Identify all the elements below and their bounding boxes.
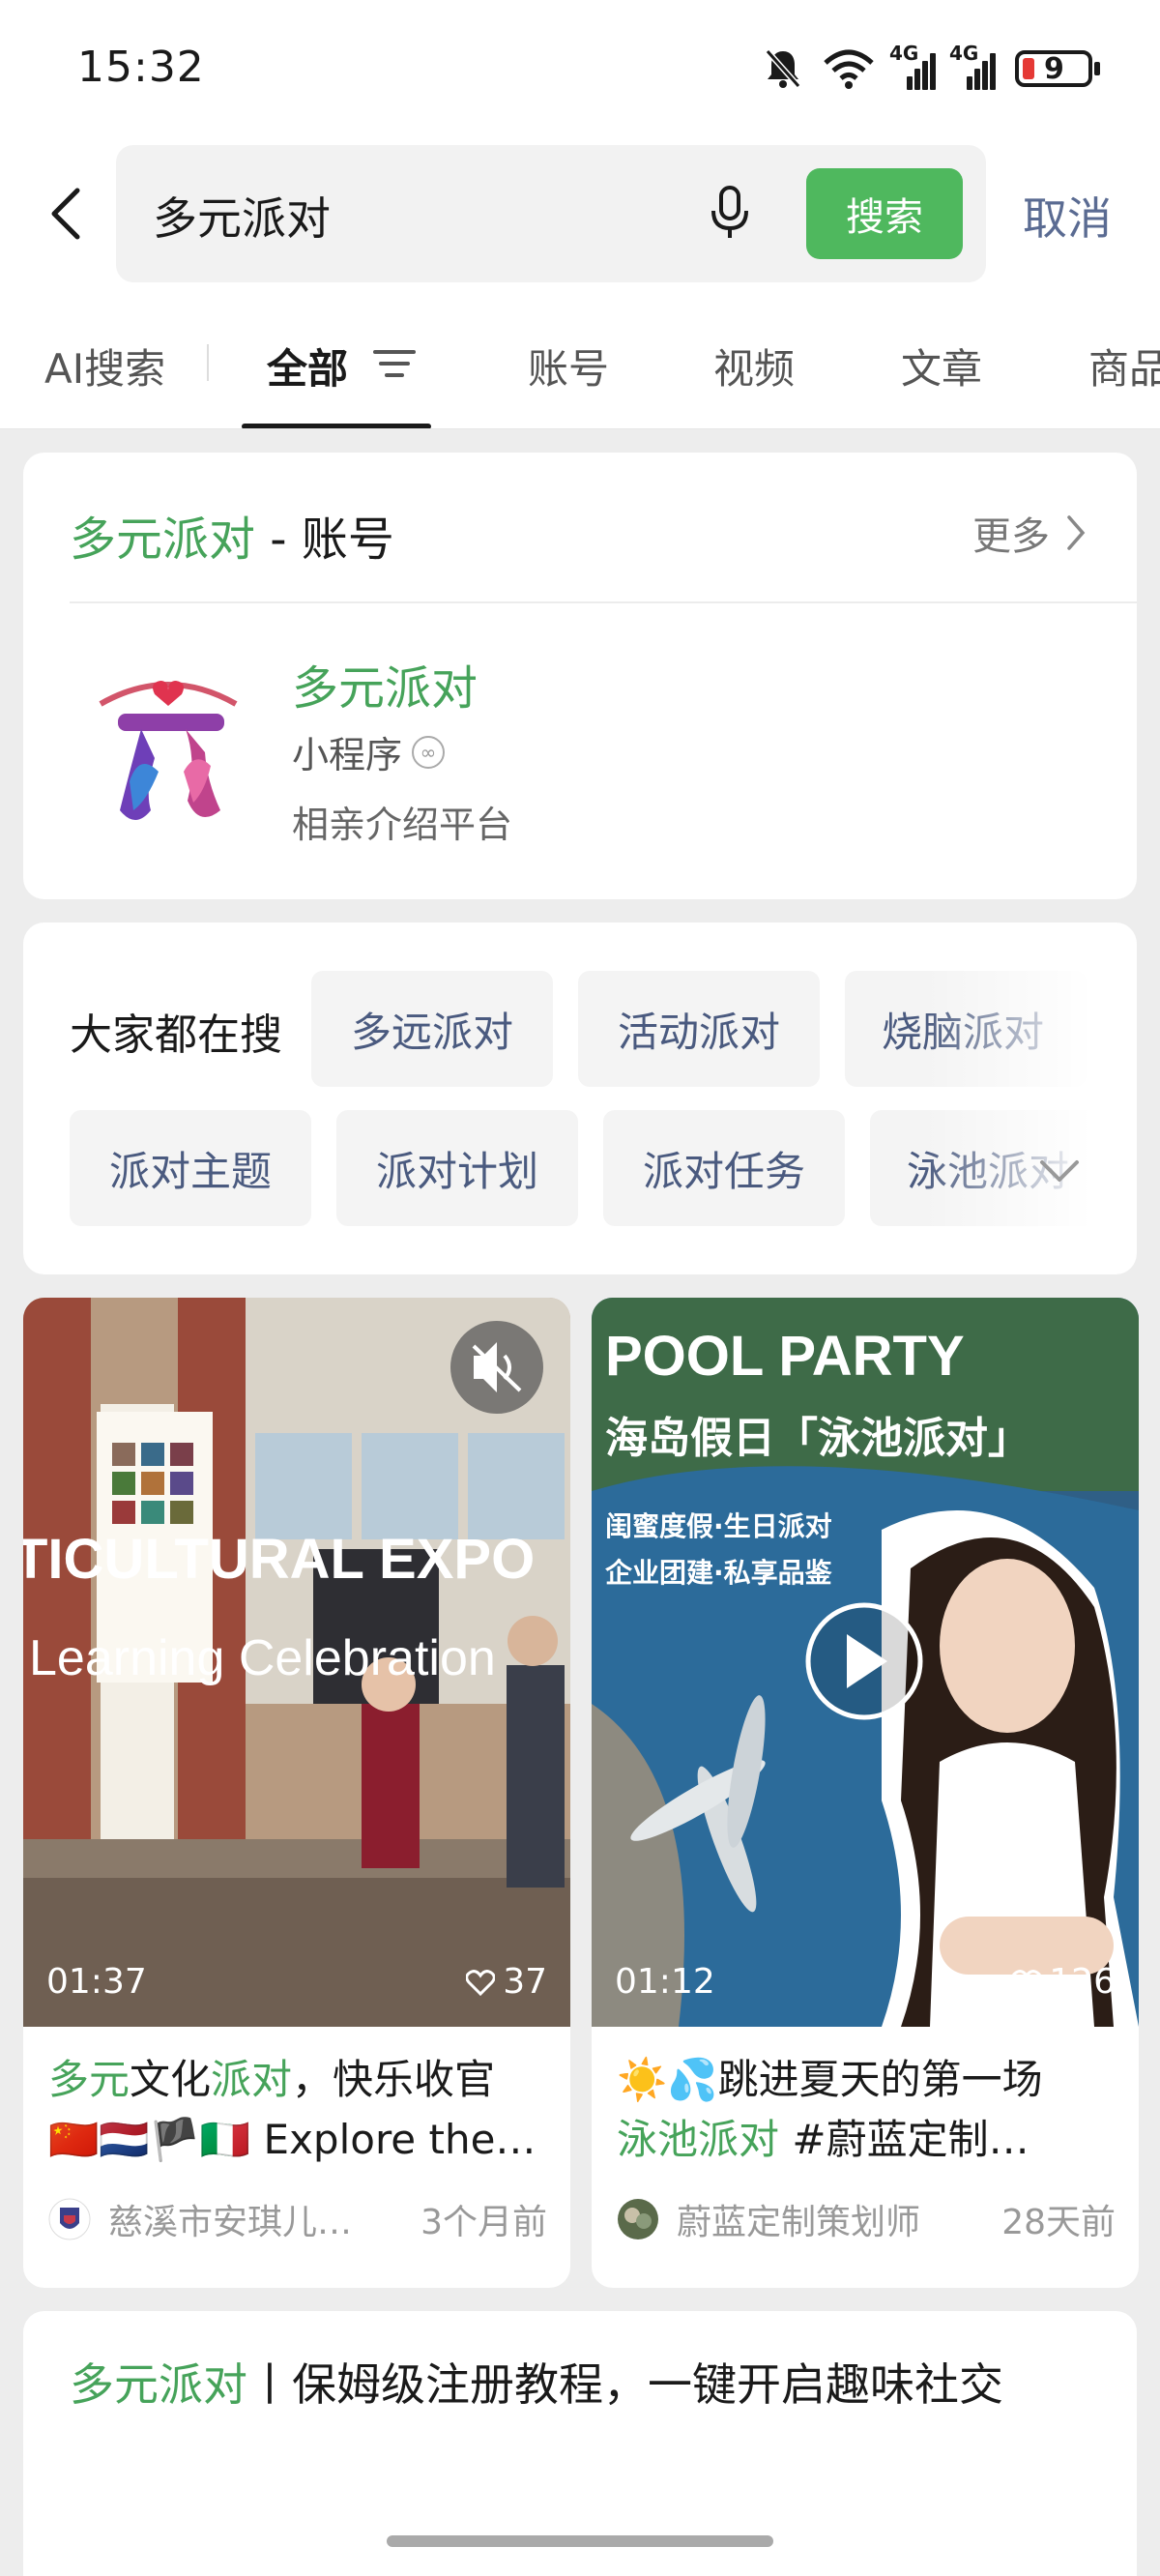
avatar[interactable] <box>617 2198 659 2240</box>
related-searches-card: 大家都在搜 多远派对 活动派对 烧脑派对 派对主题 派对计划 派对任务 泳池派对 <box>23 922 1137 1274</box>
author-name: 蔚蓝定制策划师 <box>677 2203 921 2242</box>
chevron-down-icon[interactable] <box>1029 1151 1090 1193</box>
chevron-right-icon <box>1067 515 1086 550</box>
article-title[interactable]: 多元派对丨保姆级注册教程，一键开启趣味社交 <box>70 2350 1094 2419</box>
overlay-text: 闺蜜度假·生日派对 <box>605 1510 832 1542</box>
account-logo[interactable] <box>91 665 246 839</box>
video-card[interactable]: POOL PARTY 海岛假日「泳池派对」 闺蜜度假·生日派对 企业团建·私享品… <box>592 1298 1139 2288</box>
status-icons: 4G 4G 9 <box>764 42 1100 93</box>
video-thumbnail-image: POOL PARTY 海岛假日「泳池派对」 闺蜜度假·生日派对 企业团建·私享品… <box>592 1298 1139 2027</box>
account-name[interactable]: 多元派对 <box>292 650 478 717</box>
overlay-text: 海岛假日「泳池派对」 <box>605 1414 1030 1463</box>
mute-bell-icon <box>765 49 801 88</box>
video-title[interactable]: ☀️💦跳进夏天的第一场 泳池派对 #蔚蓝定制… <box>617 2050 1116 2170</box>
suggestion-chip[interactable]: 活动派对 <box>578 971 820 1087</box>
video-duration: 01:12 <box>615 1962 715 2002</box>
more-accounts-link[interactable]: 更多 <box>972 505 1087 561</box>
wifi-icon <box>824 49 874 89</box>
search-button[interactable]: 搜索 <box>806 168 963 259</box>
post-time: 3个月前 <box>420 2203 547 2242</box>
suggestion-chip[interactable]: 派对主题 <box>70 1110 311 1226</box>
suggestion-chip[interactable]: 派对计划 <box>336 1110 578 1226</box>
video-likes: 126 <box>1012 1962 1116 2002</box>
tab-ai-search[interactable]: AI搜索 <box>44 337 165 395</box>
tab-accounts[interactable]: 账号 <box>528 337 609 395</box>
video-duration: 01:37 <box>46 1962 147 2002</box>
back-button[interactable] <box>37 180 95 248</box>
mini-program-icon: ∞ <box>412 735 446 769</box>
search-query[interactable]: 多元派对 <box>153 184 331 248</box>
home-indicator[interactable] <box>387 2535 773 2547</box>
video-title[interactable]: 多元文化派对，快乐收官 🇨🇳🇳🇱🏴🇮🇹 Explore the… <box>48 2050 547 2170</box>
tab-articles[interactable]: 文章 <box>901 337 982 395</box>
tab-videos[interactable]: 视频 <box>713 337 795 395</box>
suggestion-chip[interactable]: 烧脑派对 <box>845 971 1087 1087</box>
microphone-icon[interactable] <box>706 184 754 242</box>
suggestion-chip[interactable]: 派对任务 <box>603 1110 845 1226</box>
tab-divider <box>207 344 209 381</box>
battery-icon: 9 <box>1015 50 1100 87</box>
video-thumbnail[interactable]: TICULTURAL EXPO Learning Celebration 01:… <box>23 1298 570 2027</box>
cell-signal-icon: 4G <box>889 42 936 90</box>
video-thumbnail-image: TICULTURAL EXPO Learning Celebration <box>23 1298 570 2027</box>
divider <box>70 601 1137 603</box>
account-description: 相亲介绍平台 <box>292 804 513 846</box>
overlay-text: 企业团建·私享品鉴 <box>605 1557 833 1589</box>
post-time: 28天前 <box>1001 2203 1116 2242</box>
cancel-button[interactable]: 取消 <box>1023 184 1112 248</box>
account-type: 小程序 ∞ <box>292 725 446 778</box>
heart-icon <box>466 1969 496 1996</box>
category-tabs: AI搜索 全部 账号 视频 文章 商品 <box>0 282 1160 429</box>
overlay-text: Learning Celebration <box>29 1630 496 1686</box>
cell-signal-icon-2: 4G <box>949 42 996 90</box>
video-thumbnail[interactable]: POOL PARTY 海岛假日「泳池派对」 闺蜜度假·生日派对 企业团建·私享品… <box>592 1298 1139 2027</box>
author-name: 慈溪市安琪儿… <box>108 2203 353 2242</box>
heart-icon <box>1012 1969 1042 1996</box>
avatar[interactable] <box>48 2198 91 2240</box>
video-card[interactable]: TICULTURAL EXPO Learning Celebration 01:… <box>23 1298 570 2288</box>
tab-products[interactable]: 商品 <box>1088 337 1160 395</box>
active-tab-indicator <box>242 424 431 428</box>
search-header: 多元派对 搜索 取消 <box>0 145 1160 282</box>
account-section-card: 多元派对 - 账号 更多 多元派对 小程序 ∞ 相亲介绍平台 <box>23 453 1137 899</box>
search-input[interactable]: 多元派对 搜索 <box>116 145 986 282</box>
status-bar: 15:32 4G 4G 9 <box>0 0 1160 145</box>
video-likes: 37 <box>466 1962 547 2002</box>
related-searches-label: 大家都在搜 <box>70 1010 282 1060</box>
play-icon[interactable] <box>805 1602 923 1720</box>
chevron-left-icon <box>51 188 80 240</box>
tab-all[interactable]: 全部 <box>267 337 348 395</box>
video-author-row[interactable]: 蔚蓝定制策划师 28天前 <box>617 2195 1116 2243</box>
suggestion-chip[interactable]: 多远派对 <box>311 971 553 1087</box>
video-author-row[interactable]: 慈溪市安琪儿… 3个月前 <box>48 2195 547 2243</box>
clock: 15:32 <box>77 43 205 92</box>
overlay-text: TICULTURAL EXPO <box>23 1528 535 1591</box>
account-section-title: 多元派对 - 账号 <box>70 512 394 567</box>
filter-icon[interactable] <box>371 344 418 383</box>
overlay-text: POOL PARTY <box>605 1325 965 1388</box>
